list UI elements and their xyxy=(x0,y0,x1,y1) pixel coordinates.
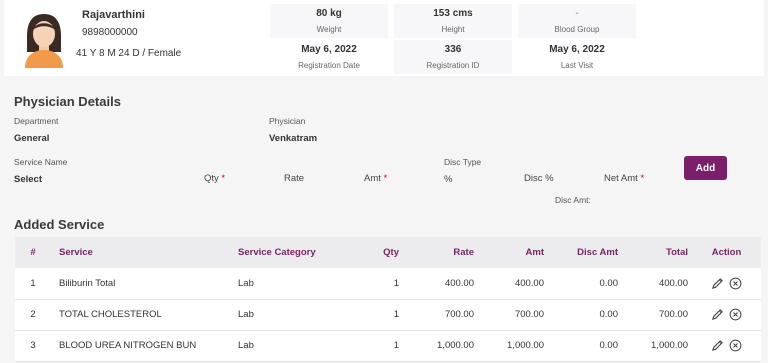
department-label: Department xyxy=(14,116,59,126)
patient-summary-card: Rajavarthini 9898000000 41 Y 8 M 24 D / … xyxy=(4,0,764,76)
edit-pencil-icon[interactable] xyxy=(711,308,724,321)
row-service: BLOOD UREA NITROGEN BUN xyxy=(51,330,238,362)
col-action: Action xyxy=(692,237,761,268)
col-service: Service xyxy=(51,237,238,268)
service-name-select[interactable]: Select xyxy=(14,174,42,185)
remove-circle-x-icon[interactable] xyxy=(729,308,742,321)
row-category: Lab xyxy=(238,299,348,331)
row-total: 1,000.00 xyxy=(622,330,692,362)
add-button[interactable]: Add xyxy=(684,156,727,180)
row-actions xyxy=(692,330,761,362)
stat-registration-id: 336 Registration ID xyxy=(394,40,512,74)
col-total: Total xyxy=(622,237,692,268)
row-disc-amt: 0.00 xyxy=(548,268,622,300)
row-category: Lab xyxy=(238,330,348,362)
row-actions xyxy=(692,299,761,331)
added-service-table: # Service Service Category Qty Rate Amt … xyxy=(15,237,761,362)
edit-pencil-icon[interactable] xyxy=(711,339,724,352)
stat-height: 153 cms Height xyxy=(394,4,512,38)
row-actions xyxy=(692,268,761,300)
disc-amt-label: Disc Amt: xyxy=(555,195,591,205)
service-name-label: Service Name xyxy=(14,157,68,167)
required-mark: * xyxy=(221,173,226,184)
required-mark: * xyxy=(640,173,645,184)
row-amt: 700.00 xyxy=(478,299,548,331)
table-row: 1 Biliburin Total Lab 1 400.00 400.00 0.… xyxy=(15,268,761,300)
row-category: Lab xyxy=(238,268,348,300)
stat-last-visit: May 6, 2022 Last Visit xyxy=(549,44,605,70)
disc-percent-input[interactable]: Disc % xyxy=(524,173,554,184)
col-index: # xyxy=(15,237,51,268)
row-total: 400.00 xyxy=(622,268,692,300)
col-rate: Rate xyxy=(403,237,478,268)
net-amt-input[interactable]: Net Amt * xyxy=(604,173,644,184)
female-avatar-icon xyxy=(25,14,63,68)
col-service-category: Service Category xyxy=(238,237,348,268)
physician-label: Physician xyxy=(269,116,306,126)
row-qty: 1 xyxy=(348,268,403,300)
physician-details-title: Physician Details xyxy=(14,94,121,109)
row-rate: 1,000.00 xyxy=(403,330,478,362)
remove-circle-x-icon[interactable] xyxy=(729,339,742,352)
row-total: 700.00 xyxy=(622,299,692,331)
row-disc-amt: 0.00 xyxy=(548,330,622,362)
qty-input[interactable]: Qty * xyxy=(204,173,225,184)
required-mark: * xyxy=(383,173,388,184)
row-index: 3 xyxy=(15,330,51,362)
stat-blood-group: - Blood Group xyxy=(518,4,636,38)
added-service-title: Added Service xyxy=(14,217,105,232)
row-service: TOTAL CHOLESTEROL xyxy=(51,299,238,331)
col-amt: Amt xyxy=(478,237,548,268)
amt-input[interactable]: Amt * xyxy=(364,173,387,184)
physician-select[interactable]: Venkatram xyxy=(269,133,317,144)
patient-name: Rajavarthini xyxy=(82,9,145,21)
stat-weight: 80 kg Weight xyxy=(270,4,388,38)
remove-circle-x-icon[interactable] xyxy=(729,277,742,290)
col-disc-amt: Disc Amt xyxy=(548,237,622,268)
department-select[interactable]: General xyxy=(14,133,49,144)
row-disc-amt: 0.00 xyxy=(548,299,622,331)
row-qty: 1 xyxy=(348,330,403,362)
disc-type-label: Disc Type xyxy=(444,157,482,167)
row-amt: 1,000.00 xyxy=(478,330,548,362)
table-row: 2 TOTAL CHOLESTEROL Lab 1 700.00 700.00 … xyxy=(15,299,761,331)
row-rate: 400.00 xyxy=(403,268,478,300)
rate-input[interactable]: Rate xyxy=(284,173,304,184)
row-rate: 700.00 xyxy=(403,299,478,331)
patient-phone: 9898000000 xyxy=(82,27,138,38)
col-qty: Qty xyxy=(348,237,403,268)
table-header-row: # Service Service Category Qty Rate Amt … xyxy=(15,237,761,268)
row-amt: 400.00 xyxy=(478,268,548,300)
disc-type-select[interactable]: % xyxy=(444,174,452,185)
row-index: 1 xyxy=(15,268,51,300)
row-index: 2 xyxy=(15,299,51,331)
stat-registration-date: May 6, 2022 Registration Date xyxy=(298,44,360,70)
edit-pencil-icon[interactable] xyxy=(711,277,724,290)
row-service: Biliburin Total xyxy=(51,268,238,300)
table-row: 3 BLOOD UREA NITROGEN BUN Lab 1 1,000.00… xyxy=(15,330,761,362)
row-qty: 1 xyxy=(348,299,403,331)
patient-age-gender: 41 Y 8 M 24 D / Female xyxy=(76,48,182,59)
